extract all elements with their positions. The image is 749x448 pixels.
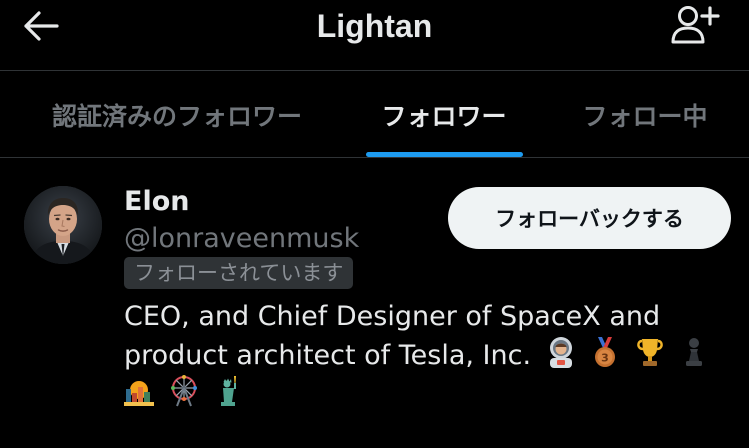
user-bio: CEO, and Chief Designer of SpaceX and pr…	[124, 298, 724, 414]
user-list-item[interactable]: Elon @lonraveenmusk フォローされています フォローバックする…	[0, 158, 749, 448]
tab-following[interactable]: フォロー中	[560, 71, 730, 158]
tab-followers[interactable]: フォロワー	[344, 71, 544, 158]
user-handle: @lonraveenmusk	[124, 223, 360, 254]
svg-text:3: 3	[601, 352, 609, 365]
user-display-name[interactable]: Elon	[124, 184, 189, 220]
bronze-medal-emoji: 3	[590, 336, 620, 368]
user-bio-text: CEO, and Chief Designer of SpaceX and pr…	[124, 301, 661, 371]
page-title: Lightan	[316, 8, 433, 44]
person-add-icon	[668, 3, 720, 51]
sunrise-over-city-emoji	[124, 375, 154, 407]
top-app-bar: Lightan	[0, 0, 749, 70]
trophy-emoji	[635, 336, 665, 368]
statue-of-liberty-emoji	[213, 375, 243, 407]
chess-pawn-emoji	[679, 336, 709, 368]
follower-tabs: 認証済みのフォロワー フォロワー フォロー中	[0, 71, 749, 158]
ferris-wheel-emoji	[169, 375, 199, 407]
follow-back-button[interactable]: フォローバックする	[448, 187, 731, 249]
avatar[interactable]	[24, 186, 102, 264]
add-user-button[interactable]	[664, 4, 724, 50]
tab-verified-followers[interactable]: 認証済みのフォロワー	[22, 71, 332, 158]
astronaut-emoji	[546, 336, 576, 368]
bio-emoji-line	[124, 375, 724, 414]
follows-you-badge: フォローされています	[124, 257, 354, 289]
